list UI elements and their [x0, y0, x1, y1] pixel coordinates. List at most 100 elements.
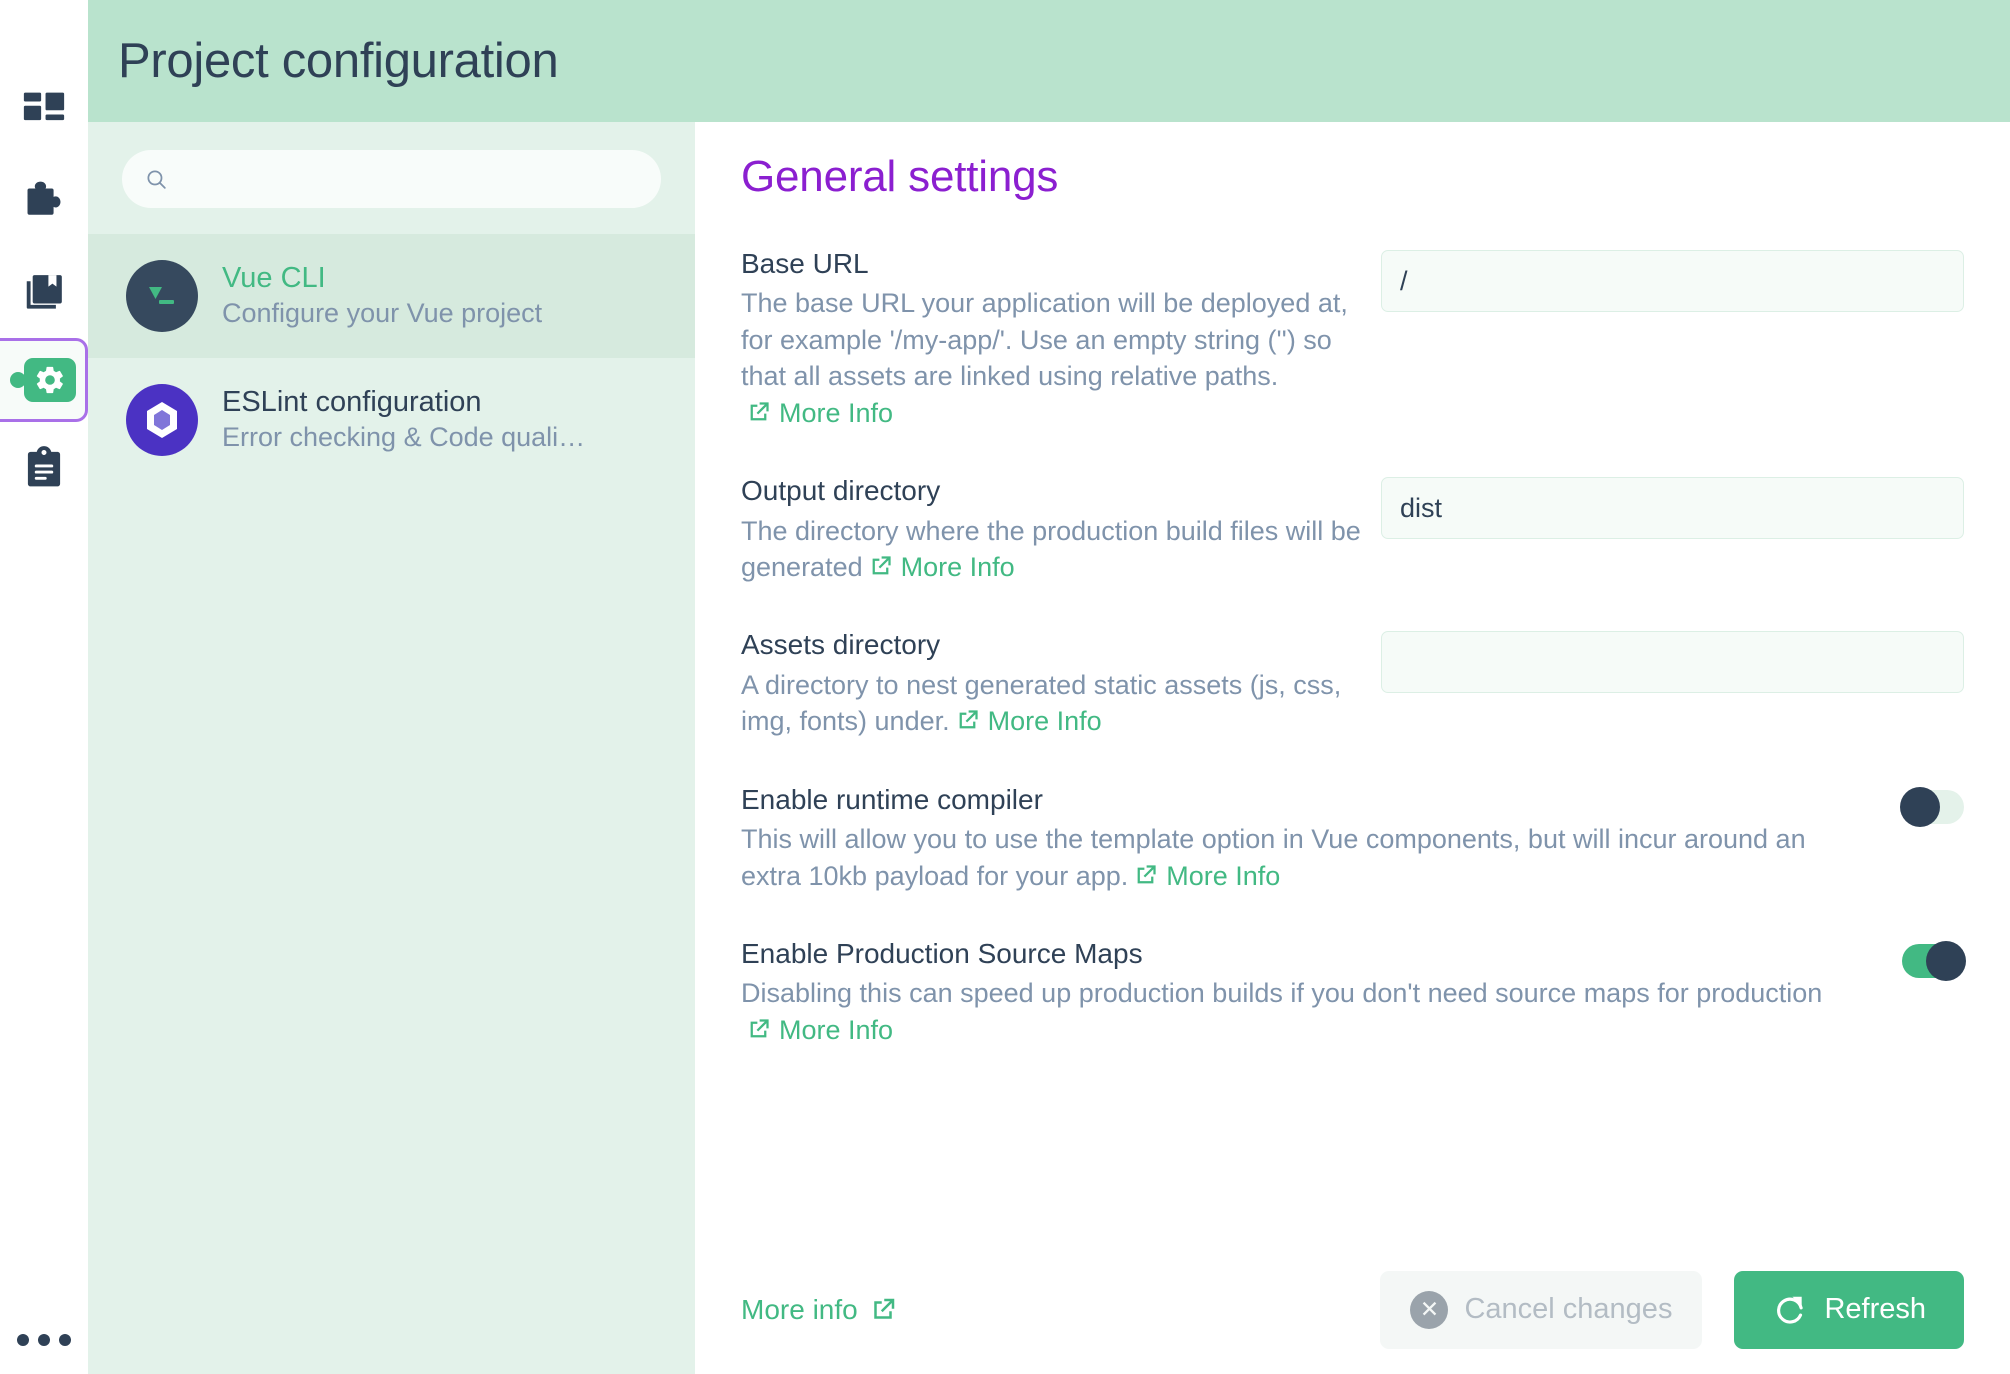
nav-item-vue-cli[interactable]: Vue CLI Configure your Vue project: [88, 234, 695, 358]
more-info-label: More Info: [779, 1014, 894, 1045]
vue-logo-icon: [126, 260, 198, 332]
base-url-input[interactable]: [1381, 250, 1964, 312]
nav-item-subtitle: Configure your Vue project: [222, 298, 543, 329]
field-label: Enable Production Source Maps: [741, 937, 1143, 969]
title-bar: Project configuration: [88, 0, 2010, 122]
action-bar: More info ✕ Cancel changes Refresh: [695, 1244, 2010, 1374]
field-description-text: The base URL your application will be de…: [741, 288, 1348, 392]
external-link-icon: [1137, 864, 1156, 883]
toggle-knob: [1926, 940, 1966, 981]
gear-icon: [36, 366, 63, 394]
more-info-label: More Info: [987, 706, 1102, 737]
more-info-label: More Info: [900, 551, 1015, 582]
production-source-maps-toggle[interactable]: [1902, 940, 1966, 981]
runtime-compiler-toggle[interactable]: [1900, 786, 1964, 827]
refresh-button[interactable]: Refresh: [1734, 1270, 1964, 1349]
field-label: Output directory: [741, 475, 941, 507]
footer-more-info-link[interactable]: More info: [741, 1294, 898, 1326]
search-wrap: [88, 122, 695, 234]
settings-nav-list: Vue CLI Configure your Vue project ESLin…: [88, 234, 695, 482]
field-label: Assets directory: [741, 629, 941, 661]
nav-item-title: Vue CLI: [222, 261, 326, 294]
field-info: Output directory The directory where the…: [741, 473, 1381, 585]
plugins-icon: [27, 181, 61, 215]
field-description: This will allow you to use the template …: [741, 821, 1842, 894]
cancel-changes-label: Cancel changes: [1464, 1293, 1673, 1325]
more-info-label: More Info: [1166, 860, 1281, 891]
search-box[interactable]: [122, 150, 661, 208]
refresh-label: Refresh: [1824, 1293, 1926, 1325]
page-title: Project configuration: [118, 34, 559, 88]
nav-item-text: ESLint configuration Error checking & Co…: [222, 385, 585, 455]
field-description-text: The directory where the production build…: [741, 515, 1361, 582]
eslint-logo-icon: [126, 384, 198, 456]
field-control: [1882, 936, 1966, 981]
section-title: General settings: [741, 152, 1059, 201]
more-info-link[interactable]: More Info: [863, 552, 1015, 582]
search-input[interactable]: [183, 165, 639, 193]
rail-item-plugins[interactable]: [0, 154, 88, 246]
nav-item-subtitle: Error checking & Code quali…: [222, 422, 586, 453]
app-window: Project configuration Vue CLI Configure …: [0, 0, 2010, 1374]
rail-item-dashboard[interactable]: [0, 62, 88, 154]
more-info-link[interactable]: More Info: [741, 398, 893, 428]
tasks-icon: [27, 446, 61, 487]
field-control: [1882, 782, 1964, 827]
footer-actions: ✕ Cancel changes Refresh: [1380, 1270, 1964, 1349]
dependencies-icon: [26, 275, 62, 309]
field-output-directory: Output directory The directory where the…: [741, 473, 1964, 585]
more-dot: [38, 1334, 50, 1346]
field-assets-directory: Assets directory A directory to nest gen…: [741, 627, 1964, 739]
gear-badge: [23, 358, 76, 402]
field-description-text: Disabling this can speed up production b…: [741, 978, 1823, 1009]
assets-directory-input[interactable]: [1381, 631, 1964, 694]
main-content: General settings Base URL The base URL y…: [695, 122, 2010, 1374]
refresh-icon: [1777, 1296, 1804, 1324]
more-dot: [17, 1334, 29, 1346]
rail-item-tasks[interactable]: [0, 422, 88, 514]
field-label: Base URL: [741, 248, 869, 279]
search-icon: [147, 169, 166, 189]
field-control: [1381, 473, 1964, 540]
field-description: The base URL your application will be de…: [741, 285, 1361, 431]
footer-more-info-label: More info: [741, 1293, 858, 1325]
external-link-icon: [750, 1019, 769, 1038]
field-info: Enable Production Source Maps Disabling …: [741, 936, 1882, 1048]
more-info-link[interactable]: More Info: [741, 1015, 893, 1045]
field-base-url: Base URL The base URL your application w…: [741, 246, 1964, 431]
rail-item-configuration[interactable]: [0, 338, 88, 422]
more-info-link[interactable]: More Info: [1128, 861, 1280, 891]
more-dot: [59, 1334, 71, 1346]
nav-item-text: Vue CLI Configure your Vue project: [222, 261, 542, 331]
dashboard-icon: [23, 92, 65, 121]
external-link-icon: [872, 556, 891, 575]
field-enable-production-source-maps: Enable Production Source Maps Disabling …: [741, 936, 1966, 1048]
rail-more-button[interactable]: [0, 1334, 88, 1346]
nav-item-eslint-configuration[interactable]: ESLint configuration Error checking & Co…: [88, 358, 695, 482]
field-description: A directory to nest generated static ass…: [741, 667, 1361, 740]
field-info: Base URL The base URL your application w…: [741, 246, 1381, 431]
more-info-link[interactable]: More Info: [950, 706, 1102, 736]
field-control: [1381, 246, 1964, 312]
field-info: Enable runtime compiler This will allow …: [741, 782, 1882, 894]
field-info: Assets directory A directory to nest gen…: [741, 627, 1381, 739]
close-icon: ✕: [1410, 1290, 1449, 1329]
field-description: The directory where the production build…: [741, 513, 1361, 586]
output-directory-input[interactable]: [1381, 477, 1964, 540]
external-link-icon: [959, 710, 978, 729]
active-indicator-dot: [10, 372, 26, 388]
nav-item-title: ESLint configuration: [222, 385, 482, 418]
field-description: Disabling this can speed up production b…: [741, 975, 1842, 1048]
body: Vue CLI Configure your Vue project ESLin…: [88, 122, 2010, 1374]
left-icon-rail: [0, 0, 88, 1374]
external-link-icon: [750, 402, 769, 421]
more-info-label: More Info: [779, 397, 894, 428]
settings-form: General settings Base URL The base URL y…: [695, 122, 2010, 1244]
field-enable-runtime-compiler: Enable runtime compiler This will allow …: [741, 782, 1964, 894]
toggle-knob: [1900, 786, 1940, 827]
rail-item-dependencies[interactable]: [0, 246, 88, 338]
app-shell: Project configuration Vue CLI Configure …: [88, 0, 2010, 1374]
field-label: Enable runtime compiler: [741, 783, 1043, 815]
external-link-icon: [873, 1298, 894, 1319]
cancel-changes-button[interactable]: ✕ Cancel changes: [1380, 1270, 1703, 1349]
